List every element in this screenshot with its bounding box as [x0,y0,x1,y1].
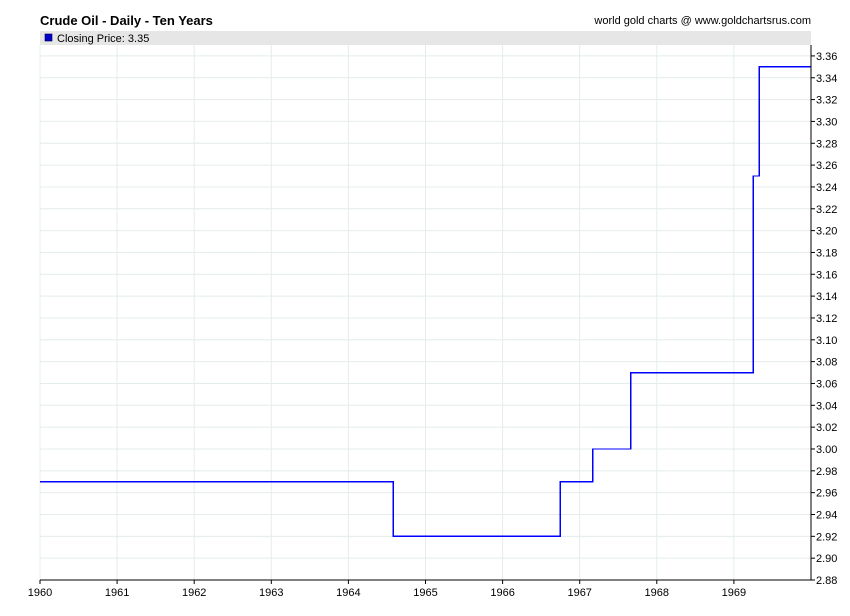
y-tick-label: 3.32 [816,95,837,107]
y-tick-label: 3.28 [816,138,837,150]
grid-lines [39,45,811,581]
x-tick-label: 1960 [28,587,52,599]
y-tick-label: 3.20 [816,226,837,238]
y-tick-label: 3.26 [816,160,837,172]
y-tick-label: 3.30 [816,116,837,128]
axes: 2.88 2.90 2.92 2.94 2.96 2.98 3.00 3.02 3.04 3.06… [28,45,837,599]
y-tick-label: 3.24 [816,182,837,194]
y-tick-label: 3.04 [816,400,837,412]
x-tick-label: 1968 [645,587,669,599]
y-tick-label: 2.94 [816,509,837,521]
y-tick-label: 2.88 [816,575,837,587]
y-tick-label: 3.22 [816,204,837,216]
y-tick-label: 3.00 [816,444,837,456]
legend-label: Closing Price: 3.35 [57,33,149,45]
y-tick-label: 3.36 [816,51,837,63]
x-tick-label: 1967 [567,587,591,599]
y-tick-label: 3.08 [816,357,837,369]
x-tick-label: 1964 [336,587,360,599]
y-tick-label: 3.14 [816,291,837,303]
y-tick-label: 3.02 [816,422,837,434]
x-tick-label: 1963 [259,587,283,599]
x-tick-label: 1961 [105,587,129,599]
legend: Closing Price: 3.35 [40,31,811,45]
x-tick-label: 1969 [722,587,746,599]
y-tick-label: 2.92 [816,531,837,543]
x-tick-label: 1966 [490,587,514,599]
legend-swatch [44,33,53,42]
y-tick-label: 3.12 [816,313,837,325]
y-tick-label: 2.90 [816,553,837,565]
y-tick-label: 2.98 [816,466,837,478]
legend-background [40,31,811,45]
y-tick-label: 3.18 [816,247,837,259]
y-tick-label: 2.96 [816,488,837,500]
x-tick-label: 1965 [413,587,437,599]
y-tick-label: 3.10 [816,335,837,347]
price-chart: Closing Price: 3.35 2.88 2.90 2.92 2.94 2.96… [28,31,837,599]
y-tick-label: 3.34 [816,73,837,85]
y-tick-label: 3.06 [816,378,837,390]
y-tick-label: 3.16 [816,269,837,281]
x-tick-label: 1962 [182,587,206,599]
